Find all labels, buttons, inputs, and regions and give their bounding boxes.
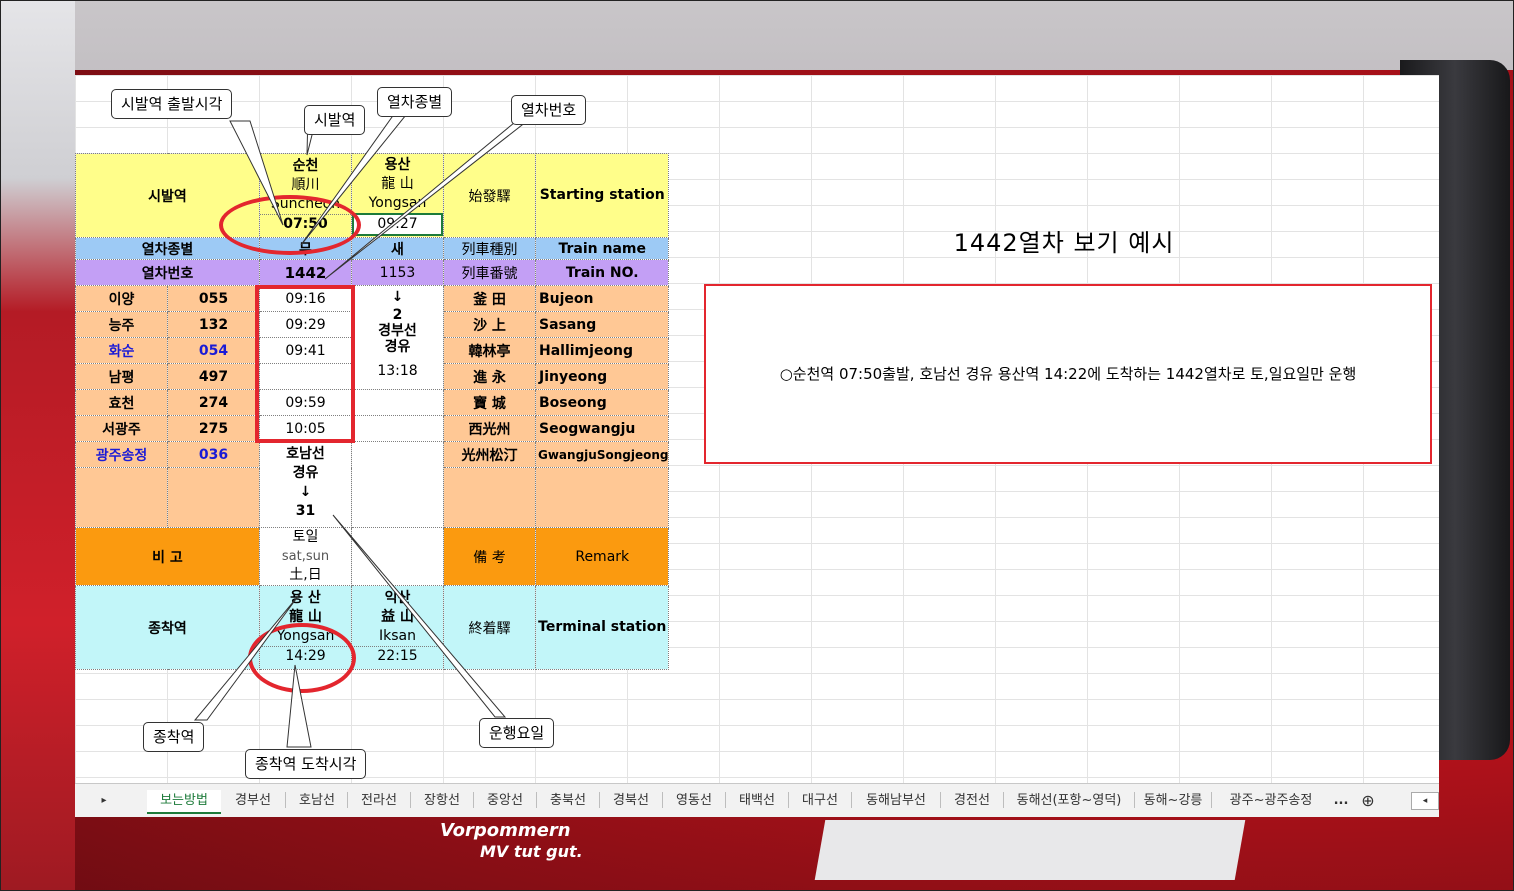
example-description-box: ○순천역 07:50출발, 호남선 경유 용산역 14:22에 도착하는 144… (704, 284, 1432, 464)
tab-경부선[interactable]: 경부선 (225, 790, 281, 812)
callout-train-type: 열차종별 (377, 87, 453, 117)
more-tabs-button[interactable]: ... (1331, 790, 1351, 812)
tab-보는방법[interactable]: 보는방법 (147, 790, 221, 814)
tab-경북선[interactable]: 경북선 (603, 790, 659, 812)
tab-태백선[interactable]: 태백선 (729, 790, 785, 812)
tab-전라선[interactable]: 전라선 (351, 790, 407, 812)
example-title: 1442열차 보기 예시 (953, 229, 1175, 257)
tab-동해-강릉[interactable]: 동해~강릉 (1138, 790, 1208, 812)
sheet-tab-bar: ▸ 보는방법 경부선 호남선 전라선 장항선 중앙선 충북선 경북선 영동선 태… (75, 783, 1439, 817)
callout-depart-time: 시발역 출발시각 (111, 89, 233, 119)
example-description: ○순천역 07:50출발, 호남선 경유 용산역 14:22에 도착하는 144… (779, 364, 1357, 383)
tab-호남선[interactable]: 호남선 (289, 790, 345, 812)
tab-장항선[interactable]: 장항선 (414, 790, 470, 812)
callout-arrive-time: 종착역 도착시각 (245, 749, 367, 779)
tab-경전선[interactable]: 경전선 (944, 790, 1000, 812)
callout-train-number: 열차번호 (511, 95, 587, 125)
tab-광주-광주송정[interactable]: 광주~광주송정 (1215, 790, 1327, 812)
callout-start-station: 시발역 (304, 105, 366, 135)
train-logo: Vorpommern MV tut gut. (440, 820, 583, 861)
add-sheet-icon[interactable]: ⊕ (1357, 790, 1379, 812)
tab-동해남부선[interactable]: 동해남부선 (855, 790, 937, 812)
tab-동해선-포항-영덕[interactable]: 동해선(포항~영덕) (1007, 790, 1131, 812)
callout-terminal: 종착역 (143, 722, 205, 752)
spreadsheet: 시발역 순천 順川 Suncheon 07:50 용산 龍 山 Yongsan … (75, 75, 1439, 817)
tab-대구선[interactable]: 대구선 (792, 790, 848, 812)
callout-run-days: 운행요일 (479, 718, 555, 748)
tab-영동선[interactable]: 영동선 (666, 790, 722, 812)
sheet-scroll-right-icon[interactable]: ▸ (95, 790, 113, 812)
tab-중앙선[interactable]: 중앙선 (477, 790, 533, 812)
tab-충북선[interactable]: 충북선 (540, 790, 596, 812)
horizontal-scrollbar[interactable]: ◂ (1411, 792, 1439, 810)
